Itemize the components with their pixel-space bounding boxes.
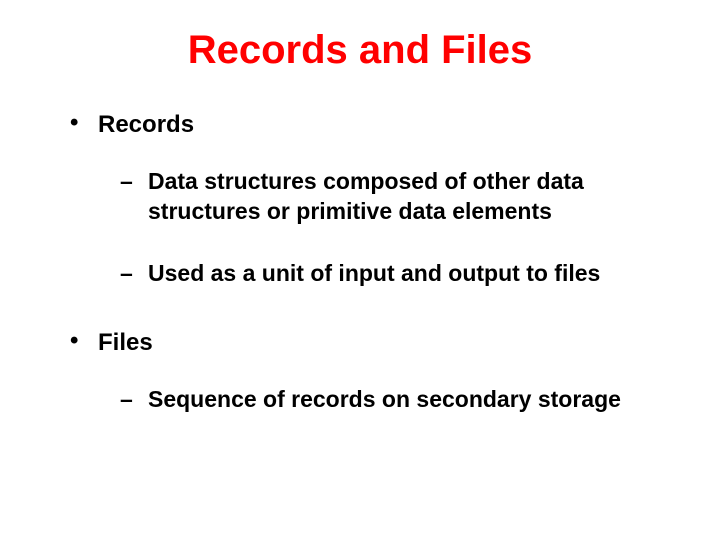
subbullet-files-1: Sequence of records on secondary storage xyxy=(120,385,660,415)
bullet-group-records: Records Data structures composed of othe… xyxy=(50,111,670,289)
bullet-records: Records xyxy=(70,111,670,139)
bullet-group-files: Files Sequence of records on secondary s… xyxy=(50,329,670,415)
slide-title: Records and Files xyxy=(50,28,670,73)
bullet-files: Files xyxy=(70,329,670,357)
subbullet-records-2: Used as a unit of input and output to fi… xyxy=(120,259,660,289)
subbullet-records-1: Data structures composed of other data s… xyxy=(120,167,660,227)
slide: Records and Files Records Data structure… xyxy=(0,0,720,540)
